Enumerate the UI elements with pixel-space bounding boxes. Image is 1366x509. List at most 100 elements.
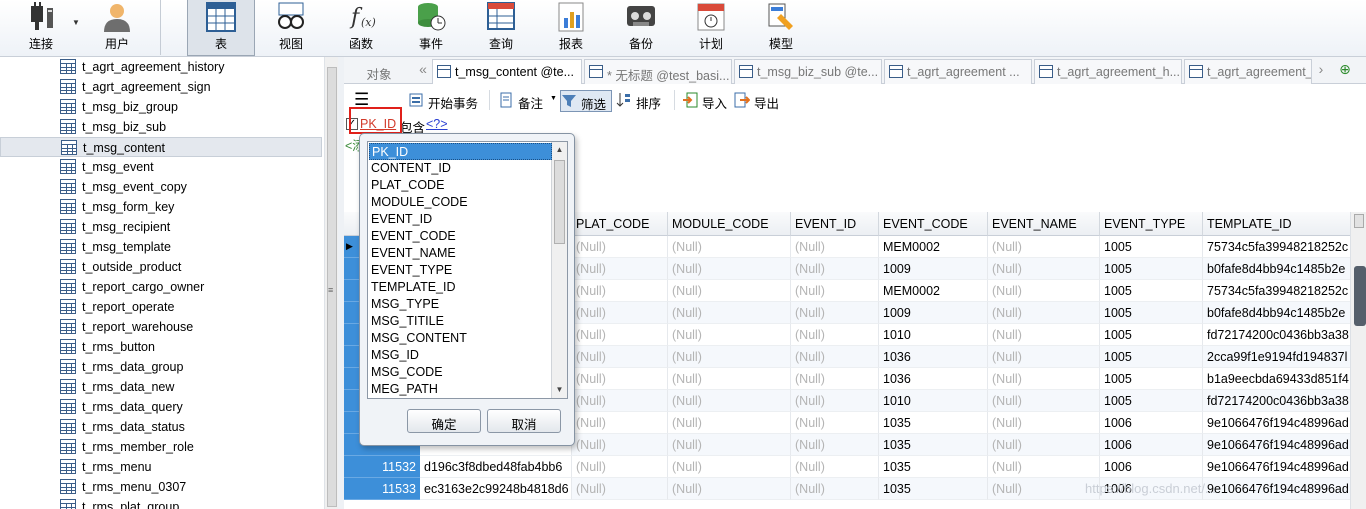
sidebar-table-item[interactable]: t_report_operate xyxy=(0,297,322,317)
grid-cell[interactable]: (Null) xyxy=(572,456,668,478)
field-option[interactable]: MSG_CODE xyxy=(369,364,552,381)
tab-item[interactable]: * 无标题 @test_basi... xyxy=(584,59,732,84)
grid-cell[interactable]: (Null) xyxy=(572,412,668,434)
grid-cell[interactable]: (Null) xyxy=(572,236,668,258)
filter-value-link[interactable]: <?> xyxy=(426,117,448,131)
grid-cell[interactable]: 1009 xyxy=(879,302,988,324)
cancel-button[interactable]: 取消 xyxy=(487,409,561,433)
table-button[interactable]: 表 xyxy=(187,0,255,56)
grid-cell[interactable]: b0fafe8d4bb94c1485b2e xyxy=(1203,302,1353,324)
grid-cell[interactable]: (Null) xyxy=(668,346,791,368)
sidebar-table-item[interactable]: t_msg_biz_group xyxy=(0,97,322,117)
grid-cell[interactable]: 1009 xyxy=(879,258,988,280)
field-option[interactable]: MSG_TYPE xyxy=(369,296,552,313)
sidebar-table-item[interactable]: t_rms_menu_0307 xyxy=(0,477,322,497)
sidebar-table-item[interactable]: t_rms_data_query xyxy=(0,397,322,417)
field-option[interactable]: PK_ID xyxy=(369,143,552,160)
grid-cell[interactable]: (Null) xyxy=(572,258,668,280)
column-header[interactable]: MODULE_CODE xyxy=(668,212,791,236)
field-option[interactable]: MEG_PATH xyxy=(369,381,552,398)
grid-cell[interactable]: (Null) xyxy=(988,302,1100,324)
column-header[interactable]: TEMPLATE_ID xyxy=(1203,212,1353,236)
connect-button[interactable]: 连接 xyxy=(8,0,74,56)
column-header[interactable]: EVENT_TYPE xyxy=(1100,212,1203,236)
schedule-button[interactable]: 计划 xyxy=(678,0,744,56)
grid-cell[interactable]: (Null) xyxy=(668,324,791,346)
grid-cell[interactable]: 9e1066476f194c48996ad xyxy=(1203,456,1353,478)
function-button[interactable]: f (x) 函数 xyxy=(328,0,394,56)
grid-cell[interactable]: 1005 xyxy=(1100,390,1203,412)
grid-cell[interactable]: b0fafe8d4bb94c1485b2e xyxy=(1203,258,1353,280)
field-option[interactable]: MODULE_CODE xyxy=(369,194,552,211)
grid-cell[interactable]: (Null) xyxy=(668,280,791,302)
grid-cell[interactable]: (Null) xyxy=(791,236,879,258)
scroll-up-arrow-icon[interactable]: ▲ xyxy=(552,142,567,158)
field-option[interactable]: EVENT_NAME xyxy=(369,245,552,262)
grid-cell[interactable]: (Null) xyxy=(988,346,1100,368)
report-button[interactable]: 报表 xyxy=(538,0,604,56)
grid-cell[interactable]: (Null) xyxy=(668,302,791,324)
grid-cell[interactable]: 9e1066476f194c48996ad xyxy=(1203,478,1353,500)
grid-cell[interactable]: 1035 xyxy=(879,456,988,478)
grid-cell[interactable]: (Null) xyxy=(668,434,791,456)
sort-button[interactable]: 排序 xyxy=(616,90,668,112)
tab-item[interactable]: t_msg_content @te... xyxy=(432,59,582,84)
grid-cell[interactable]: 2cca99f1e9194fd194837l xyxy=(1203,346,1353,368)
field-option[interactable]: EVENT_CODE xyxy=(369,228,552,245)
column-header[interactable]: EVENT_CODE xyxy=(879,212,988,236)
grid-cell[interactable]: (Null) xyxy=(988,258,1100,280)
grid-cell[interactable]: 1010 xyxy=(879,390,988,412)
field-option[interactable]: EVENT_TYPE xyxy=(369,262,552,279)
grid-cell[interactable]: (Null) xyxy=(572,302,668,324)
grid-cell[interactable]: (Null) xyxy=(791,302,879,324)
tab-item[interactable]: t_agrt_agreement_ xyxy=(1184,59,1312,84)
field-list[interactable]: ▲ ▼ PK_ID CONTENT_ID PLAT_CODE MODULE_CODE E… xyxy=(367,141,568,399)
grid-cell[interactable]: 1005 xyxy=(1100,302,1203,324)
tab-scroll-left-icon[interactable]: « xyxy=(416,61,430,81)
tab-item[interactable]: t_msg_biz_sub @te... xyxy=(734,59,882,84)
ok-button[interactable]: 确定 xyxy=(407,409,481,433)
grid-cell[interactable]: MEM0002 xyxy=(879,236,988,258)
sidebar-table-item[interactable]: t_agrt_agreement_sign xyxy=(0,77,322,97)
sidebar-table-item[interactable]: t_rms_button xyxy=(0,337,322,357)
grid-cell[interactable]: (Null) xyxy=(988,412,1100,434)
field-option[interactable]: MSG_CONTENT xyxy=(369,330,552,347)
grid-cell[interactable]: (Null) xyxy=(572,368,668,390)
grid-cell[interactable]: MEM0002 xyxy=(879,280,988,302)
grid-cell[interactable]: 1035 xyxy=(879,478,988,500)
sidebar-table-item[interactable]: t_report_cargo_owner xyxy=(0,277,322,297)
sidebar-table-item[interactable]: t_msg_form_key xyxy=(0,197,322,217)
export-button[interactable]: 导出 xyxy=(734,90,784,112)
grid-cell[interactable]: 1005 xyxy=(1100,346,1203,368)
grid-cell[interactable]: 9e1066476f194c48996ad xyxy=(1203,434,1353,456)
grid-cell[interactable]: (Null) xyxy=(668,478,791,500)
sidebar-table-item[interactable]: t_report_warehouse xyxy=(0,317,322,337)
sidebar-table-item[interactable]: t_msg_event_copy xyxy=(0,177,322,197)
grid-cell[interactable]: 1005 xyxy=(1100,236,1203,258)
grid-cell[interactable]: (Null) xyxy=(668,412,791,434)
grid-cell[interactable]: (Null) xyxy=(572,434,668,456)
sidebar-table-item[interactable]: t_msg_recipient xyxy=(0,217,322,237)
field-option[interactable]: MSG_ID xyxy=(369,347,552,364)
grid-cell[interactable]: (Null) xyxy=(988,236,1100,258)
column-header[interactable]: EVENT_NAME xyxy=(988,212,1100,236)
field-option[interactable]: TEMPLATE_ID xyxy=(369,279,552,296)
grid-cell[interactable]: 1036 xyxy=(879,368,988,390)
grid-cell[interactable]: 1010 xyxy=(879,324,988,346)
view-button[interactable]: 视图 xyxy=(258,0,324,56)
grid-cell[interactable]: fd72174200c0436bb3a38 xyxy=(1203,390,1353,412)
grid-cell[interactable]: 1035 xyxy=(879,412,988,434)
grid-cell[interactable]: 1005 xyxy=(1100,258,1203,280)
sidebar-table-item[interactable]: t_rms_data_new xyxy=(0,377,322,397)
connect-dropdown-arrow-icon[interactable]: ▼ xyxy=(72,18,80,27)
grid-cell[interactable]: (Null) xyxy=(791,258,879,280)
grid-cell[interactable]: (Null) xyxy=(668,368,791,390)
grid-cell[interactable]: (Null) xyxy=(572,390,668,412)
event-button[interactable]: 事件 xyxy=(398,0,464,56)
grid-cell[interactable]: 1035 xyxy=(879,434,988,456)
field-option[interactable]: MSG_TITILE xyxy=(369,313,552,330)
tab-scroll-right-icon[interactable]: › xyxy=(1314,61,1328,81)
model-button[interactable]: 模型 xyxy=(748,0,814,56)
tab-objects[interactable]: 对象 xyxy=(344,59,414,84)
grid-cell[interactable]: 1005 xyxy=(1100,280,1203,302)
